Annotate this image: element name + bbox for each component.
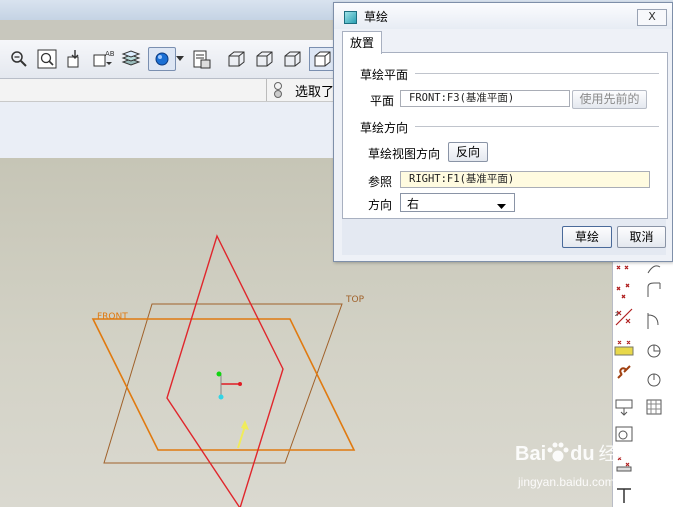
plane-field[interactable]: FRONT:F3(基准平面) bbox=[400, 90, 570, 107]
layers-icon[interactable] bbox=[120, 48, 142, 70]
dialog-button-bar: 草绘 取消 bbox=[342, 219, 666, 255]
sketch-dialog: 草绘 X 放置 草绘平面 平面 FRONT:F3(基准平面) 使用先前的 草绘方… bbox=[333, 2, 673, 262]
svg-text:AB: AB bbox=[105, 50, 114, 58]
selection-bar: 选取了 bbox=[0, 79, 340, 102]
saved-view-icon[interactable]: AB bbox=[92, 48, 114, 70]
dialog-titlebar[interactable]: 草绘 X bbox=[334, 3, 672, 29]
text-icon[interactable] bbox=[613, 396, 635, 418]
axis-z-dot bbox=[218, 394, 224, 400]
toolbar-area bbox=[0, 102, 340, 159]
sweep-icon[interactable] bbox=[643, 280, 665, 302]
zoom-out-icon[interactable] bbox=[8, 48, 30, 70]
direction-arrow bbox=[237, 425, 246, 449]
close-button[interactable]: X bbox=[637, 9, 667, 26]
flip-button[interactable]: 反向 bbox=[448, 142, 488, 162]
model-tree-icon[interactable] bbox=[190, 48, 212, 70]
dialog-title: 草绘 bbox=[364, 10, 389, 24]
datum-axis-icon[interactable]: z bbox=[613, 306, 635, 328]
shell-icon[interactable] bbox=[643, 340, 665, 362]
sketch-toolbar: z bbox=[612, 258, 673, 507]
divider bbox=[415, 126, 659, 127]
datum-point-icon[interactable] bbox=[613, 280, 635, 302]
no-hidden-icon[interactable] bbox=[281, 48, 303, 70]
plane-label: 平面 bbox=[370, 94, 395, 108]
reference-label: 参照 bbox=[368, 175, 393, 189]
pattern-icon[interactable] bbox=[643, 396, 665, 418]
right-datum-plane[interactable] bbox=[166, 234, 284, 507]
orient-icon[interactable] bbox=[64, 48, 86, 70]
chevron-down-icon bbox=[497, 199, 506, 213]
sketch-button[interactable]: 草绘 bbox=[562, 226, 612, 248]
draft-icon[interactable] bbox=[643, 368, 665, 390]
selection-status: 选取了 bbox=[295, 85, 335, 100]
reference-field[interactable]: RIGHT:F1(基准平面) bbox=[400, 171, 650, 188]
sketch-plane-section-title: 草绘平面 bbox=[360, 68, 409, 82]
zoom-window-icon[interactable] bbox=[36, 48, 58, 70]
hidden-line-icon[interactable] bbox=[253, 48, 275, 70]
paw-logo-icon bbox=[546, 441, 570, 463]
svg-text:z: z bbox=[615, 311, 618, 318]
wireframe-icon[interactable] bbox=[225, 48, 247, 70]
divider bbox=[266, 79, 267, 101]
dimension-icon[interactable] bbox=[613, 336, 635, 358]
placement-panel: 草绘平面 平面 FRONT:F3(基准平面) 使用先前的 草绘方向 草绘视图方向… bbox=[342, 52, 668, 219]
orientation-section-title: 草绘方向 bbox=[360, 121, 409, 135]
tab-placement[interactable]: 放置 bbox=[342, 31, 382, 54]
watermark-url: jingyan.baidu.com bbox=[518, 475, 615, 489]
direction-value: 右 bbox=[407, 197, 420, 211]
top-plane-label: TOP bbox=[345, 295, 365, 305]
axis-y-dot bbox=[216, 371, 222, 377]
divider bbox=[415, 73, 659, 74]
cancel-button[interactable]: 取消 bbox=[617, 226, 666, 248]
blend-icon[interactable] bbox=[643, 310, 665, 332]
direction-select[interactable]: 右 bbox=[400, 193, 515, 212]
watermark-brand-suffix: du bbox=[570, 443, 595, 465]
dropdown-arrow-icon[interactable] bbox=[174, 48, 186, 70]
watermark-product: 经验 bbox=[598, 444, 635, 464]
smart-select-icon[interactable] bbox=[273, 81, 283, 102]
direction-label: 方向 bbox=[368, 198, 393, 212]
view-direction-label: 草绘视图方向 bbox=[368, 147, 441, 161]
view-toolbar: AB bbox=[0, 40, 340, 79]
constraint-icon[interactable] bbox=[613, 362, 635, 384]
trim-icon[interactable] bbox=[613, 484, 635, 506]
sketch-dialog-icon bbox=[344, 11, 357, 24]
watermark-brand: Bai bbox=[515, 443, 547, 465]
display-style-icon[interactable] bbox=[148, 47, 176, 71]
front-plane-label: FRONT bbox=[97, 312, 128, 322]
use-previous-button[interactable]: 使用先前的 bbox=[572, 90, 647, 109]
watermark: Bai du 经验 bbox=[515, 440, 635, 466]
shaded-icon[interactable] bbox=[309, 47, 335, 71]
